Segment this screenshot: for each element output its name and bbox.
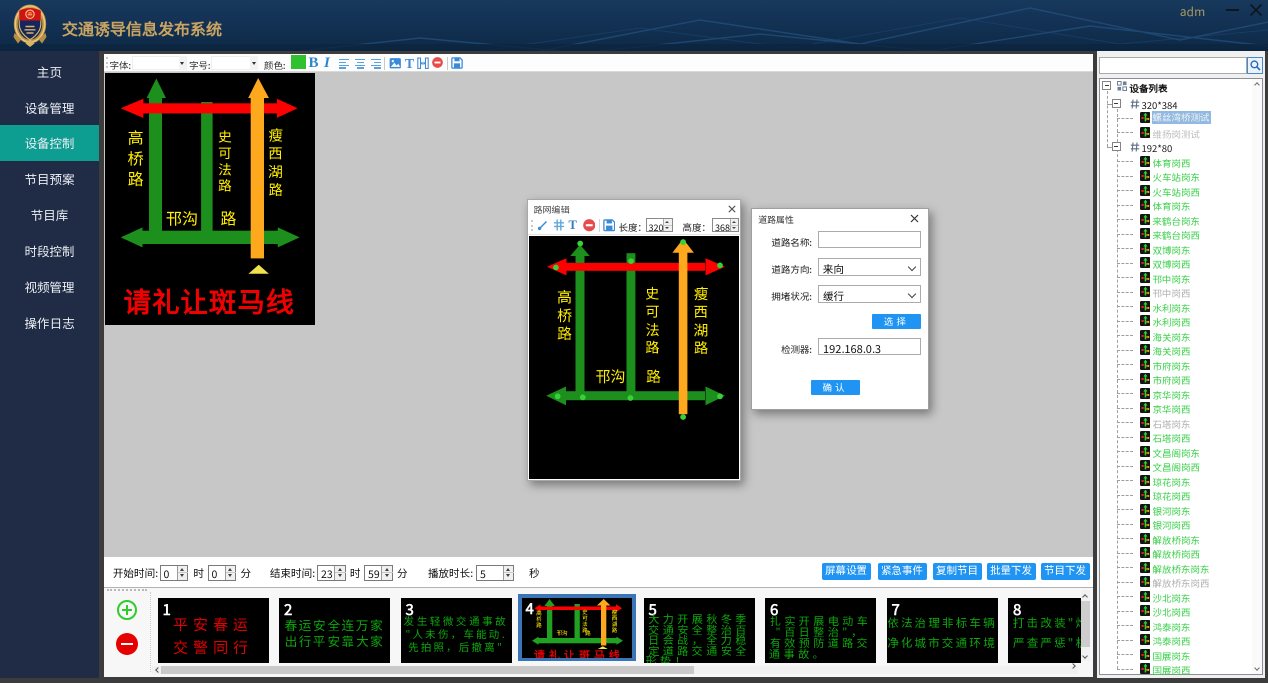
svg-text:请礼让斑马线: 请礼让斑马线 bbox=[534, 647, 624, 658]
svg-text:可: 可 bbox=[645, 301, 659, 321]
svg-text:路: 路 bbox=[611, 626, 617, 634]
svg-text:请礼让斑马线: 请礼让斑马线 bbox=[124, 280, 295, 320]
svg-text:邗沟: 邗沟 bbox=[166, 206, 198, 230]
svg-text:路: 路 bbox=[645, 366, 660, 387]
svg-text:路: 路 bbox=[645, 337, 659, 357]
svg-text:路: 路 bbox=[128, 166, 144, 190]
svg-text:史: 史 bbox=[645, 283, 660, 303]
svg-text:路: 路 bbox=[693, 336, 708, 357]
svg-text:路: 路 bbox=[556, 323, 571, 344]
svg-text:路: 路 bbox=[218, 175, 232, 195]
svg-text:路: 路 bbox=[220, 206, 236, 230]
svg-text:路: 路 bbox=[536, 621, 542, 629]
svg-text:路: 路 bbox=[268, 179, 283, 200]
svg-text:路: 路 bbox=[585, 629, 591, 637]
svg-text:邗沟: 邗沟 bbox=[556, 629, 568, 637]
svg-text:邗沟: 邗沟 bbox=[595, 366, 625, 387]
